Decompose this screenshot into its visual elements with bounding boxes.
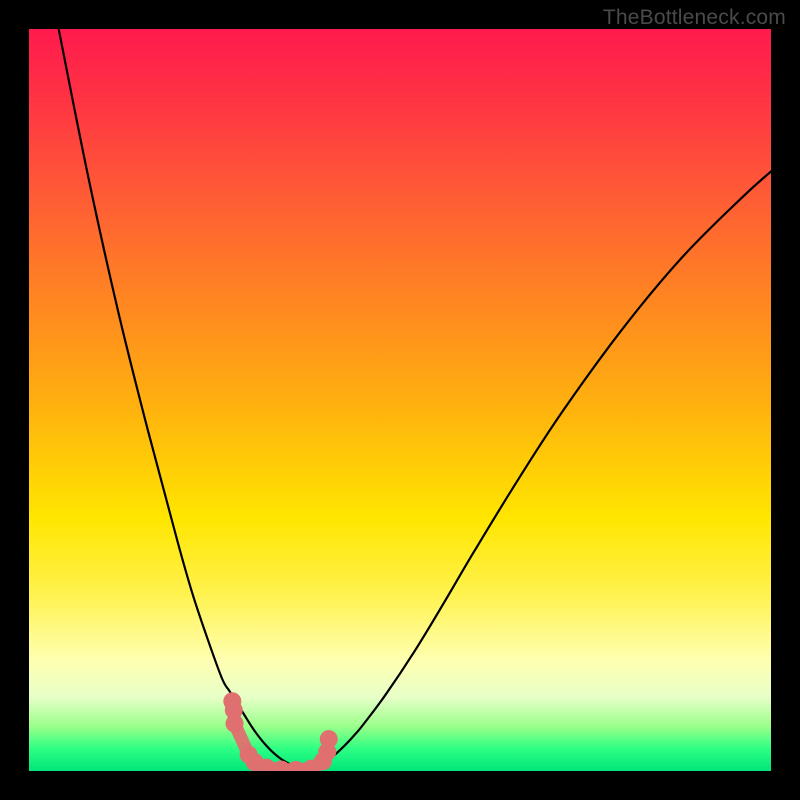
chart-frame: TheBottleneck.com <box>0 0 800 800</box>
right-curve <box>304 171 771 769</box>
plot-area <box>29 29 771 771</box>
watermark-text: TheBottleneck.com <box>603 6 786 30</box>
left-curve <box>59 29 304 770</box>
curve-layer <box>29 29 771 771</box>
segment-dot <box>226 715 244 733</box>
segment-dot <box>320 730 338 748</box>
